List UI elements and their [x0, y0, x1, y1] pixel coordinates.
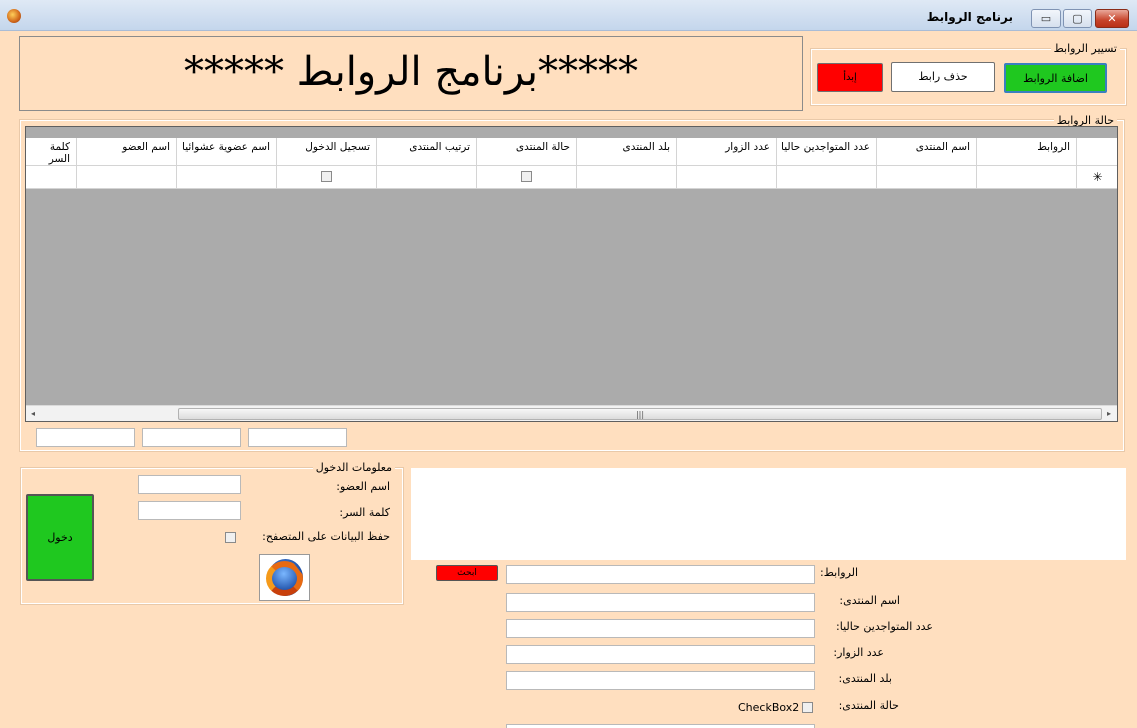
table-cell[interactable] [277, 166, 377, 189]
table-cell[interactable] [577, 166, 677, 189]
forum-country-label: بلد المنتدى: [838, 672, 892, 685]
column-header-online-now[interactable]: عدد المتواجدين حاليا [777, 138, 877, 166]
column-header-member-name[interactable]: اسم العضو [77, 138, 177, 166]
table-cell[interactable] [977, 166, 1077, 189]
maximize-button[interactable]: ▢ [1063, 9, 1092, 28]
visitors-input[interactable] [506, 645, 815, 664]
horizontal-scrollbar[interactable]: ◂ ||| ▸ [26, 405, 1117, 421]
save-browser-data-checkbox[interactable] [225, 532, 236, 543]
new-row-marker: ✳ [1077, 166, 1117, 189]
table-cell[interactable] [677, 166, 777, 189]
checkbox2[interactable] [802, 702, 813, 713]
checkbox2-label: CheckBox2 [738, 701, 800, 714]
scroll-left-icon[interactable]: ◂ [26, 407, 40, 421]
forum-country-input[interactable] [506, 671, 815, 690]
column-header-random-membership[interactable]: اسم عضوية عشوائيا [177, 138, 277, 166]
login-checkbox[interactable] [321, 171, 332, 182]
search-button[interactable]: ابحث [436, 565, 498, 581]
scroll-thumb[interactable]: ||| [178, 408, 1102, 420]
close-button[interactable]: ✕ [1095, 9, 1129, 28]
delete-link-button[interactable]: حذف رابط [891, 62, 995, 92]
column-header-forum-rank[interactable]: ترتيب المنتدى [377, 138, 477, 166]
links-grid[interactable]: الروابط اسم المنتدى عدد المتواجدين حاليا… [25, 126, 1118, 422]
links-input[interactable] [506, 565, 815, 584]
column-header-forum-state[interactable]: حالة المنتدى [477, 138, 577, 166]
table-cell[interactable] [877, 166, 977, 189]
column-header-password[interactable]: كلمة السر [26, 138, 77, 166]
summary-field-3[interactable] [248, 428, 347, 447]
app-icon [7, 9, 21, 23]
scroll-right-icon[interactable]: ▸ [1102, 407, 1116, 421]
grid-new-row[interactable]: ✳ [26, 166, 1117, 189]
window-title: برنامج الروابط [926, 10, 1013, 24]
online-now-label: عدد المتواجدين حاليا: [836, 620, 933, 633]
add-links-button[interactable]: اضافة الروابط [1004, 63, 1107, 93]
column-header-links[interactable]: الروابط [977, 138, 1077, 166]
grid-header: الروابط اسم المنتدى عدد المتواجدين حاليا… [26, 138, 1117, 166]
password-input[interactable] [138, 501, 241, 520]
member-name-label: اسم العضو: [336, 480, 390, 493]
forum-name-input[interactable] [506, 593, 815, 612]
visitors-label: عدد الزوار: [833, 646, 884, 659]
links-management-label: تسيير الروابط [1050, 42, 1120, 55]
login-info-label: معلومات الدخول [312, 461, 395, 474]
table-cell[interactable] [477, 166, 577, 189]
table-cell[interactable] [177, 166, 277, 189]
table-cell[interactable] [377, 166, 477, 189]
forum-state-label: حالة المنتدى: [838, 699, 899, 712]
column-header-visitors[interactable]: عدد الزوار [677, 138, 777, 166]
password-label: كلمة السر: [339, 506, 390, 519]
summary-field-1[interactable] [36, 428, 135, 447]
save-browser-data-label: حفظ البيانات على المتصفح: [262, 530, 390, 543]
firefox-browser-button[interactable] [259, 554, 310, 601]
forum-state-checkbox[interactable] [521, 171, 532, 182]
summary-field-2[interactable] [142, 428, 241, 447]
browser-panel [411, 468, 1126, 560]
column-header-forum-name[interactable]: اسم المنتدى [877, 138, 977, 166]
header-banner: *****برنامج الروابط ***** [19, 36, 803, 111]
table-cell[interactable] [777, 166, 877, 189]
column-header-forum-country[interactable]: بلد المنتدى [577, 138, 677, 166]
table-cell[interactable] [26, 166, 77, 189]
links-label: الروابط: [820, 566, 859, 579]
login-button[interactable]: دخول [26, 494, 94, 581]
next-input[interactable] [506, 724, 815, 728]
minimize-button[interactable]: ▭ [1031, 9, 1061, 28]
member-name-input[interactable] [138, 475, 241, 494]
column-header-login[interactable]: تسجيل الدخول [277, 138, 377, 166]
banner-title: *****برنامج الروابط ***** [183, 49, 639, 95]
forum-name-label: اسم المنتدى: [839, 594, 900, 607]
online-now-input[interactable] [506, 619, 815, 638]
grid-row-header-corner [1077, 138, 1117, 166]
table-cell[interactable] [77, 166, 177, 189]
start-button[interactable]: إبدأ [817, 63, 883, 92]
